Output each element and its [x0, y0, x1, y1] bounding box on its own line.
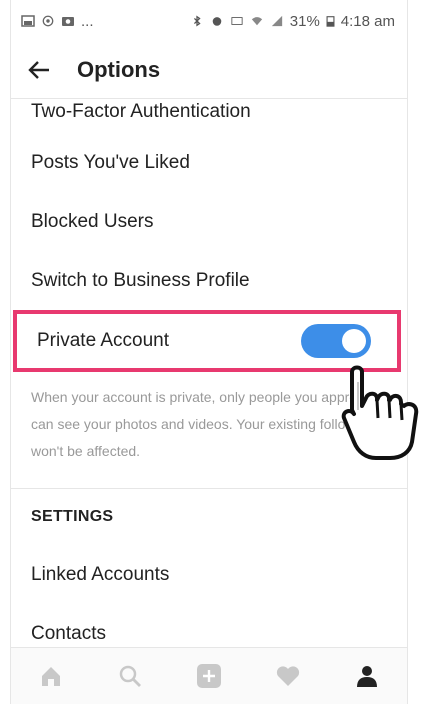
page-title: Options [77, 57, 161, 82]
settings-section-header: SETTINGS [11, 488, 407, 545]
back-button[interactable] [27, 58, 55, 82]
whatsapp-icon [42, 15, 54, 27]
bottom-nav [11, 647, 407, 704]
bluetooth-icon [193, 15, 201, 27]
nav-profile[interactable] [347, 656, 387, 696]
nav-activity[interactable] [268, 656, 308, 696]
status-left: ... [21, 13, 94, 30]
nav-home[interactable] [31, 656, 71, 696]
profile-icon [357, 666, 378, 687]
alarm-icon [212, 17, 222, 26]
heart-icon [277, 666, 300, 686]
nav-search[interactable] [110, 656, 150, 696]
menu-item-business-profile[interactable]: Switch to Business Profile [11, 251, 407, 310]
battery-percent: 31% [289, 12, 320, 30]
menu-item-posts-liked[interactable]: Posts You've Liked [11, 133, 407, 192]
toggle-knob [342, 329, 366, 353]
search-icon [119, 665, 141, 687]
home-icon [41, 667, 60, 686]
battery-icon [326, 16, 335, 27]
wifi-icon [251, 17, 262, 26]
back-arrow-icon [28, 61, 49, 79]
nav-add[interactable] [189, 656, 229, 696]
signal-icon [271, 15, 282, 27]
pointing-hand-icon [341, 365, 419, 460]
private-account-label: Private Account [37, 330, 170, 351]
header: Options [11, 42, 407, 99]
gallery-icon [21, 15, 35, 27]
private-account-toggle[interactable] [301, 324, 371, 358]
phone-screen: ... 31% 4:18 am Options Two-Factor Authe… [10, 0, 408, 704]
status-right: 31% 4:18 am [190, 13, 395, 30]
camera-icon [62, 17, 74, 26]
status-bar: ... 31% 4:18 am [11, 0, 407, 42]
menu-item-two-factor[interactable]: Two-Factor Authentication [11, 101, 407, 133]
status-overflow-dots: ... [81, 12, 94, 30]
menu-item-blocked-users[interactable]: Blocked Users [11, 192, 407, 251]
menu-item-linked-accounts[interactable]: Linked Accounts [11, 545, 407, 604]
add-icon [196, 664, 221, 688]
volte-icon [231, 17, 243, 25]
status-time: 4:18 am [340, 12, 395, 30]
